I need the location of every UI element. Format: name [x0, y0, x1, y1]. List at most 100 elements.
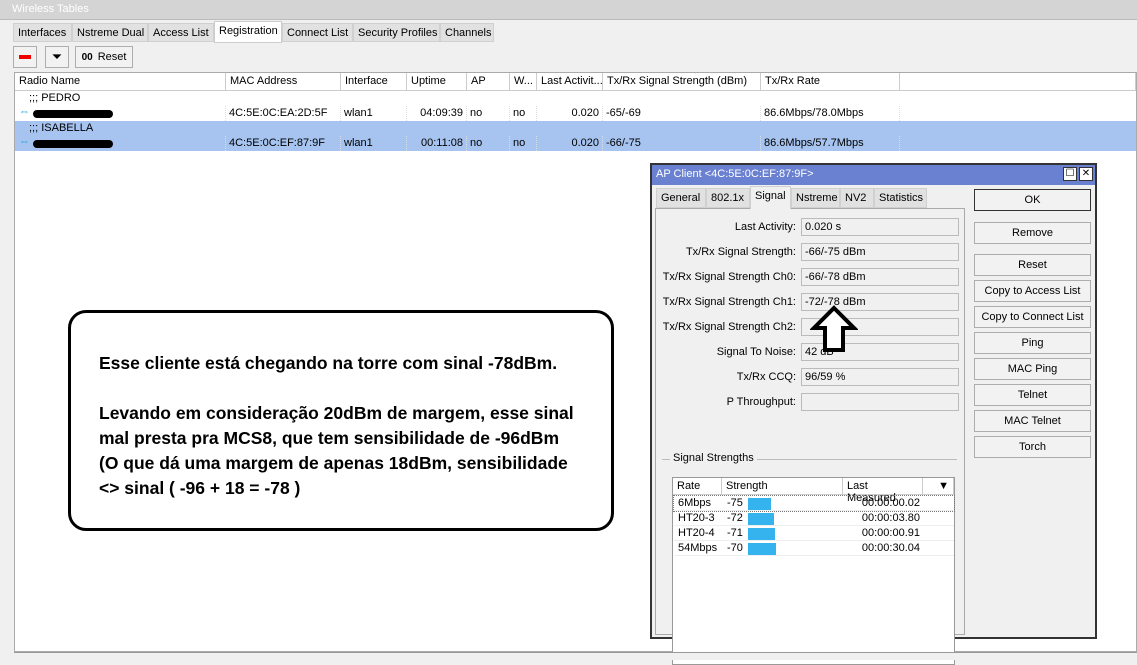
ss-strength-bar — [748, 543, 776, 555]
minus-icon — [19, 55, 31, 59]
uptime-cell: 00:11:08 — [407, 136, 467, 151]
torch-button[interactable]: Torch — [974, 436, 1091, 458]
uptime-cell: 04:09:39 — [407, 106, 467, 121]
copy-to-connect-list-button[interactable]: Copy to Connect List — [974, 306, 1091, 328]
w-cell: no — [510, 136, 537, 151]
field-value: 96/59 % — [801, 368, 959, 386]
copy-to-access-list-button[interactable]: Copy to Access List — [974, 280, 1091, 302]
column-header[interactable]: Uptime — [407, 73, 467, 91]
column-header[interactable]: Last Activit... — [537, 73, 603, 91]
tab-interfaces[interactable]: Interfaces — [13, 23, 72, 42]
dialog-title: AP Client <4C:5E:0C:EF:87:9F> — [652, 165, 1095, 185]
last-activity-cell: 0.020 — [537, 106, 603, 121]
column-header[interactable]: MAC Address — [226, 73, 341, 91]
wireless-client-icon: ⇔ — [19, 136, 30, 148]
tab-access-list[interactable]: Access List — [148, 23, 214, 42]
signal-panel: Last Activity: 0.020 s Tx/Rx Signal Streng… — [655, 208, 965, 665]
ss-rate: 54Mbps — [678, 542, 718, 554]
signal-cell: -66/-75 — [603, 136, 761, 151]
remove-button[interactable]: Remove — [974, 222, 1091, 244]
ss-rate: 6Mbps — [678, 497, 712, 509]
radio-name-cell: ⇔ — [15, 106, 226, 121]
dialog-tab-8021x[interactable]: 802.1x — [706, 188, 750, 208]
annotation-line-1: Esse cliente está chegando na torre com … — [99, 353, 558, 373]
row-comment: ;;; ISABELLA — [29, 122, 94, 134]
maximize-icon[interactable]: ☐ — [1063, 167, 1077, 181]
ss-last-measured: 00:00:03.80 — [861, 512, 920, 524]
ss-column-menu[interactable]: ▼ — [923, 478, 954, 495]
close-icon[interactable]: ✕ — [1079, 167, 1093, 181]
remove-button[interactable] — [13, 46, 37, 68]
field-label: Tx/Rx Signal Strength Ch0: — [662, 271, 796, 283]
radio-name-cell: ⇔ — [15, 136, 226, 151]
ss-row[interactable]: HT20-4 -71 00:00:00.91 — [674, 526, 954, 541]
ss-column-header[interactable]: Last Measured — [843, 478, 923, 504]
field-label: Signal To Noise: — [716, 346, 796, 358]
signal-cell: -65/-69 — [603, 106, 761, 121]
dialog-tab-general[interactable]: General — [656, 188, 706, 208]
mac-ping-button[interactable]: MAC Ping — [974, 358, 1091, 380]
ss-row[interactable]: 54Mbps -70 00:00:30.04 — [674, 541, 954, 556]
comment-row[interactable]: ;;; ISABELLA — [15, 121, 1136, 136]
tab-channels[interactable]: Channels — [440, 23, 494, 42]
field-value: 0.020 s — [801, 218, 959, 236]
row-comment: ;;; PEDRO — [29, 92, 81, 104]
ss-row[interactable]: HT20-3 -72 00:00:03.80 — [674, 511, 954, 526]
dialog-tab-nv2[interactable]: NV2 — [840, 188, 874, 208]
field-label: Tx/Rx Signal Strength Ch1: — [662, 296, 796, 308]
status-bar — [14, 652, 1137, 660]
redacted-radio-name — [33, 140, 113, 148]
ss-last-measured: 00:00:00.91 — [861, 527, 920, 539]
ss-column-header[interactable]: Strength — [722, 478, 843, 495]
dialog-tab-nstreme[interactable]: Nstreme — [791, 188, 840, 208]
filter-button[interactable]: ⏷ — [45, 46, 69, 68]
rate-cell: 86.6Mbps/57.7Mbps — [761, 136, 900, 151]
field-label: Tx/Rx CCQ: — [736, 371, 796, 383]
ping-button[interactable]: Ping — [974, 332, 1091, 354]
mac-cell: 4C:5E:0C:EA:2D:5F — [226, 106, 341, 121]
interface-cell: wlan1 — [341, 136, 407, 151]
ss-rate: HT20-3 — [678, 512, 715, 524]
ss-strength-bar — [748, 498, 771, 510]
table-row[interactable]: ⇔ 4C:5E:0C:EA:2D:5F wlan1 04:09:39 no no 0.020… — [15, 106, 1136, 121]
ap-cell: no — [467, 136, 510, 151]
tab-registration[interactable]: Registration — [214, 21, 282, 43]
ss-strength-bar — [748, 528, 775, 540]
field-label: P Throughput: — [726, 396, 796, 408]
column-header-filler — [900, 73, 1136, 91]
ss-last-measured: 00:00:00.02 — [861, 497, 920, 509]
table-row[interactable]: ⇔ 4C:5E:0C:EF:87:9F wlan1 00:11:08 no no 0.020… — [15, 136, 1136, 151]
comment-row[interactable]: ;;; PEDRO — [15, 91, 1136, 106]
filter-icon: ⏷ — [51, 49, 63, 64]
field-label: Tx/Rx Signal Strength Ch2: — [662, 321, 796, 333]
tab-connect-list[interactable]: Connect List — [282, 23, 353, 42]
field-value: -66/-75 dBm — [801, 243, 959, 261]
reset-counters-button[interactable]: 00 Reset — [75, 46, 133, 68]
column-header[interactable]: Radio Name — [15, 73, 226, 91]
mac-telnet-button[interactable]: MAC Telnet — [974, 410, 1091, 432]
field-label: Tx/Rx Signal Strength: — [685, 246, 796, 258]
window-title: Wireless Tables — [0, 0, 1137, 20]
reset-icon: 00 — [81, 51, 93, 63]
signal-strengths-table: Rate Strength Last Measured ▼ 6Mbps -75 00:00:… — [672, 477, 955, 665]
dialog-tab-statistics[interactable]: Statistics — [874, 188, 927, 208]
column-header[interactable]: AP — [467, 73, 510, 91]
ok-button[interactable]: OK — [974, 189, 1091, 211]
column-header[interactable]: Tx/Rx Rate — [761, 73, 900, 91]
dropdown-arrow-icon: ▼ — [938, 480, 949, 492]
tab-security-profiles[interactable]: Security Profiles — [353, 23, 440, 42]
reset-button[interactable]: Reset — [974, 254, 1091, 276]
telnet-button[interactable]: Telnet — [974, 384, 1091, 406]
field-label: Last Activity: — [734, 221, 796, 233]
ss-column-header[interactable]: Rate — [673, 478, 722, 495]
ss-last-measured: 00:00:30.04 — [861, 542, 920, 554]
up-arrow-annotation-icon — [810, 305, 858, 352]
dialog-tab-signal[interactable]: Signal — [750, 186, 791, 209]
column-header[interactable]: Interface — [341, 73, 407, 91]
column-header[interactable]: Tx/Rx Signal Strength (dBm) — [603, 73, 761, 91]
ss-row[interactable]: 6Mbps -75 00:00:00.02 — [673, 495, 955, 512]
tab-nstreme-dual[interactable]: Nstreme Dual — [72, 23, 148, 42]
column-header[interactable]: W... — [510, 73, 537, 91]
ap-cell: no — [467, 106, 510, 121]
interface-cell: wlan1 — [341, 106, 407, 121]
